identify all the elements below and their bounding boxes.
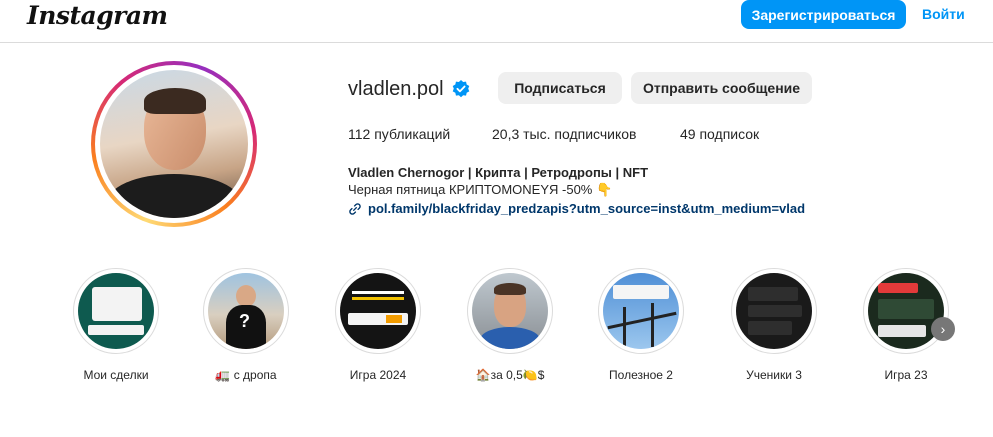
link-icon [349, 202, 361, 215]
highlight-cover: ? [208, 273, 284, 349]
instagram-logo[interactable]: Instagram [27, 0, 168, 32]
highlight-item[interactable]: ? 🚛 с дропа [196, 268, 296, 382]
highlight-label: Ученики 3 [746, 368, 802, 382]
follow-button[interactable]: Подписаться [498, 72, 622, 104]
highlight-item[interactable]: Мои сделки [66, 268, 166, 382]
highlight-label: 🚛 с дропа [215, 368, 277, 382]
highlight-label: Игра 2024 [349, 368, 407, 382]
avatar-photo [100, 70, 248, 218]
login-link[interactable]: Войти [922, 6, 965, 22]
send-message-button[interactable]: Отправить сообщение [631, 72, 812, 104]
followers-count[interactable]: 20,3 тыс. подписчиков [492, 126, 636, 142]
highlight-label: Мои сделки [83, 368, 149, 382]
posts-count: 112 публикаций [348, 126, 451, 142]
highlight-label: Игра 23 [884, 368, 928, 382]
highlight-cover [78, 273, 154, 349]
signup-button[interactable]: Зарегистрироваться [741, 0, 906, 29]
highlight-cover [736, 273, 812, 349]
profile-link[interactable]: pol.family/blackfriday_predzapis?utm_sou… [348, 201, 805, 216]
profile-full-name: Vladlen Chernogor | Крипта | Ретродропы … [348, 165, 649, 180]
highlight-cover [603, 273, 679, 349]
top-bar: Instagram Зарегистрироваться Войти [0, 0, 993, 43]
highlight-item[interactable]: Полезное 2 [591, 268, 691, 382]
highlight-item[interactable]: Игра 2024 [328, 268, 428, 382]
profile-username: vladlen.pol [348, 78, 444, 100]
following-count[interactable]: 49 подписок [680, 126, 759, 142]
highlight-label: 🏠за 0,5🍋$ [475, 368, 545, 382]
profile-link-text[interactable]: pol.family/blackfriday_predzapis?utm_sou… [368, 201, 805, 216]
highlight-cover [868, 273, 944, 349]
highlight-cover [340, 273, 416, 349]
highlight-item[interactable]: 🏠за 0,5🍋$ [460, 268, 560, 382]
profile-avatar[interactable] [91, 61, 257, 227]
highlight-cover [472, 273, 548, 349]
chevron-right-icon[interactable]: › [931, 317, 955, 341]
profile-bio: Черная пятница КРИПТОMONEYЯ -50% 👇 [348, 182, 613, 197]
highlight-label: Полезное 2 [609, 368, 673, 382]
highlight-item[interactable]: Ученики 3 [724, 268, 824, 382]
verified-badge-icon [452, 80, 470, 98]
